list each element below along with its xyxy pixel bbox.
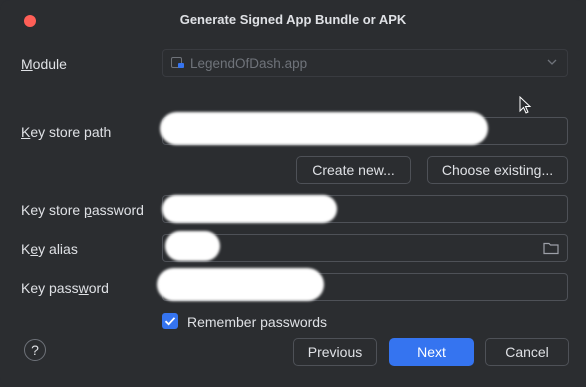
remember-passwords-label[interactable]: Remember passwords — [187, 314, 327, 330]
key-alias-field[interactable] — [162, 234, 568, 262]
key-password-label-rest: ord — [88, 280, 109, 296]
key-alias-mnemonic: e — [30, 241, 39, 257]
remember-passwords-checkbox[interactable] — [162, 313, 178, 329]
chevron-down-icon — [547, 59, 557, 65]
cancel-button[interactable]: Cancel — [485, 338, 569, 366]
cursor-icon — [519, 96, 532, 114]
keystore-password-label-rest: assword — [91, 202, 144, 218]
redaction-scribble — [160, 112, 488, 145]
keystore-password-label-prefix: Key store — [21, 202, 85, 218]
create-new-button[interactable]: Create new... — [296, 156, 411, 184]
module-label-rest: odule — [32, 56, 67, 72]
keystore-path-mnemonic: K — [21, 124, 31, 140]
next-button[interactable]: Next — [389, 338, 474, 366]
keystore-password-label: Key store password — [21, 202, 144, 218]
module-label-mnemonic: M — [21, 56, 33, 72]
choose-existing-button[interactable]: Choose existing... — [427, 156, 568, 184]
keystore-password-mnemonic: p — [84, 202, 92, 218]
module-label: Module — [21, 56, 67, 72]
redaction-scribble — [162, 195, 337, 223]
module-icon — [171, 57, 184, 68]
redaction-scribble — [165, 231, 220, 261]
title-bar: Generate Signed App Bundle or APK — [0, 0, 586, 40]
key-password-label: Key password — [21, 280, 109, 296]
key-alias-label: Key alias — [21, 241, 78, 257]
key-password-label-prefix: Key pass — [21, 280, 79, 296]
dialog-window: Generate Signed App Bundle or APK Module… — [0, 0, 586, 387]
dialog-title: Generate Signed App Bundle or APK — [179, 12, 407, 27]
key-password-mnemonic: w — [78, 280, 89, 296]
help-icon[interactable]: ? — [24, 339, 46, 361]
module-value: LegendOfDash.app — [190, 56, 308, 71]
module-select[interactable]: LegendOfDash.app — [162, 49, 568, 77]
keystore-path-label: Key store path — [21, 124, 111, 140]
check-icon — [164, 317, 176, 326]
folder-icon[interactable] — [543, 241, 559, 255]
keystore-path-label-rest: ey store path — [30, 124, 112, 140]
redaction-scribble — [157, 268, 324, 301]
key-alias-label-rest: y alias — [38, 241, 78, 257]
key-alias-label-prefix: K — [21, 241, 31, 257]
previous-button[interactable]: Previous — [293, 338, 377, 366]
